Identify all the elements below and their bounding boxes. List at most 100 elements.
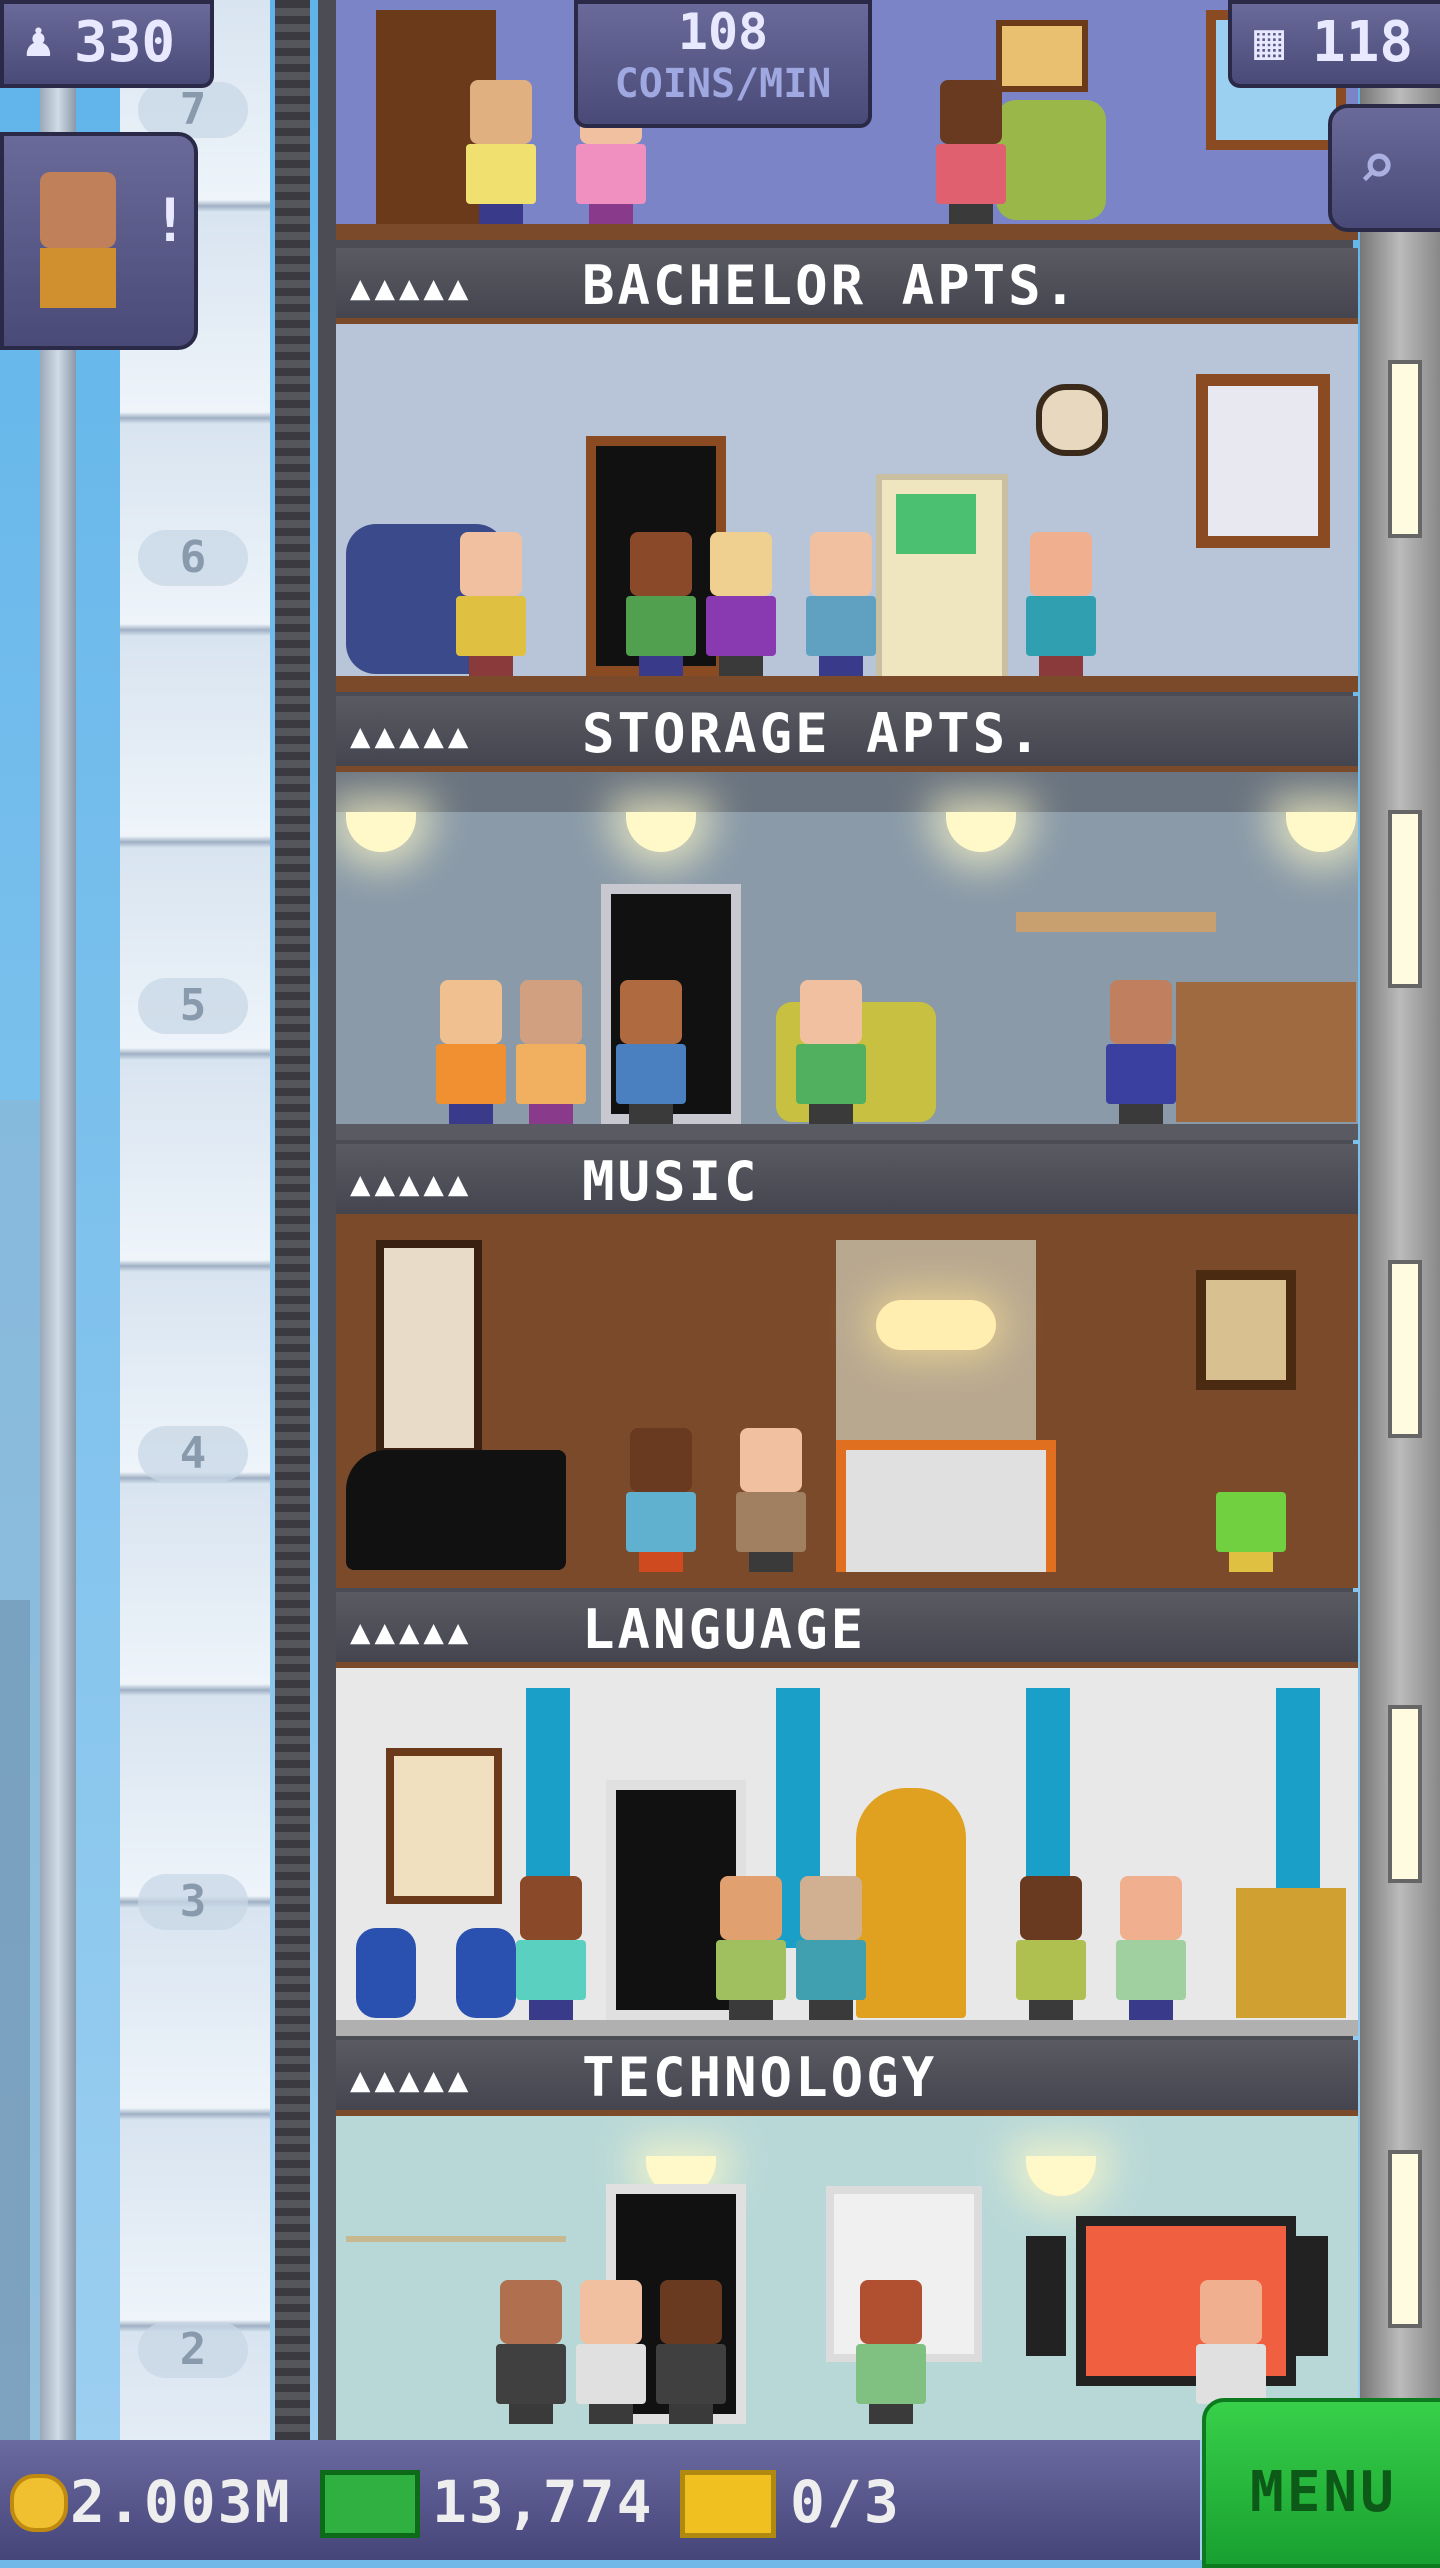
- room-interior[interactable]: [336, 2116, 1358, 2440]
- tower-window: [1388, 360, 1422, 538]
- resident[interactable]: [466, 80, 536, 224]
- golden-chest: [1236, 1888, 1346, 2018]
- floor-number-label: 3: [138, 1874, 248, 1930]
- golden-throne: [856, 1788, 966, 2018]
- bux-icon[interactable]: [320, 2470, 420, 2538]
- window: [1196, 374, 1330, 548]
- floor-header[interactable]: ▲▲▲▲▲ LANGUAGE: [336, 1592, 1358, 1668]
- speaker: [1288, 2236, 1328, 2356]
- resident[interactable]: [436, 980, 506, 1124]
- ceiling-pipe: [336, 772, 1358, 812]
- tower-window: [1388, 1260, 1422, 1438]
- floor-music[interactable]: ▲▲▲▲▲ MUSIC: [336, 1144, 1358, 1592]
- tower-window: [1388, 810, 1422, 988]
- bottom-status-bar: 2.003M 13,774 0/3: [0, 2440, 1200, 2560]
- floor-header[interactable]: ▲▲▲▲▲ BACHELOR APTS.: [336, 248, 1358, 324]
- floor-header[interactable]: ▲▲▲▲▲ MUSIC: [336, 1144, 1358, 1220]
- room-interior[interactable]: [336, 324, 1358, 692]
- resident[interactable]: [516, 980, 586, 1124]
- arcade-screen: [896, 494, 976, 554]
- floor-stars: ▲▲▲▲▲: [350, 1612, 473, 1652]
- resident[interactable]: [716, 1876, 786, 2020]
- resident[interactable]: [796, 980, 866, 1124]
- resident[interactable]: [616, 980, 686, 1124]
- resident[interactable]: [1106, 980, 1176, 1124]
- floor-base: [336, 676, 1358, 692]
- coins-rate-panel: 108 COINS/MIN: [574, 0, 872, 128]
- room-interior[interactable]: [336, 1668, 1358, 2036]
- visitor-notification[interactable]: !: [0, 132, 198, 350]
- floors-counter[interactable]: ▦ 118: [1228, 0, 1440, 88]
- elevator-car-track: [120, 0, 270, 2440]
- resident[interactable]: [1216, 1428, 1286, 1572]
- coin-icon: [10, 2474, 68, 2532]
- room-interior[interactable]: [336, 1220, 1358, 1588]
- ticket-icon[interactable]: [680, 2470, 776, 2538]
- resident[interactable]: [456, 532, 526, 676]
- resident[interactable]: [736, 1428, 806, 1572]
- resident[interactable]: [856, 2280, 926, 2424]
- magnifier-icon: ⌕: [1358, 130, 1397, 204]
- tickets-value: 0/3: [790, 2468, 901, 2536]
- people-icon: ♟: [24, 12, 53, 68]
- search-button[interactable]: ⌕: [1328, 104, 1440, 232]
- floor-header[interactable]: ▲▲▲▲▲ TECHNOLOGY: [336, 2040, 1358, 2116]
- building-icon: ▦: [1254, 12, 1285, 70]
- resident[interactable]: [796, 1876, 866, 2020]
- shelf: [1016, 912, 1216, 932]
- resident[interactable]: [576, 2280, 646, 2424]
- ceiling-lamp: [626, 812, 696, 852]
- ceiling-lamp: [346, 812, 416, 852]
- armchair: [996, 100, 1106, 220]
- resident[interactable]: [496, 2280, 566, 2424]
- avatar-body: [40, 248, 116, 308]
- avatar: [40, 172, 116, 248]
- window: [376, 1240, 482, 1456]
- resident[interactable]: [1026, 532, 1096, 676]
- elevator-shaft[interactable]: [40, 0, 310, 2440]
- floor-stars: ▲▲▲▲▲: [350, 1164, 473, 1204]
- menu-button[interactable]: MENU: [1202, 2398, 1440, 2568]
- coins-rate-value: 108: [677, 3, 769, 61]
- floor-base: [336, 2020, 1358, 2036]
- floor-technology[interactable]: ▲▲▲▲▲ TECHNOLOGY: [336, 2040, 1358, 2440]
- scroll-painting: [386, 1748, 502, 1904]
- bux-value: 13,774: [432, 2468, 654, 2536]
- population-counter[interactable]: ♟ 330: [0, 0, 214, 88]
- elevator-cable: [275, 0, 310, 2440]
- resident[interactable]: [1016, 1876, 1086, 2020]
- resident[interactable]: [656, 2280, 726, 2424]
- resident[interactable]: [806, 532, 876, 676]
- floor-number-label: 2: [138, 2322, 248, 2378]
- floor-storage-apts[interactable]: ▲▲▲▲▲ STORAGE APTS.: [336, 696, 1358, 1144]
- floor-stars: ▲▲▲▲▲: [350, 268, 473, 308]
- alert-icon: !: [152, 186, 189, 256]
- ceiling-lamp: [1026, 2156, 1096, 2196]
- grand-piano: [346, 1450, 566, 1570]
- speaker: [1026, 2236, 1066, 2356]
- floor-header[interactable]: ▲▲▲▲▲ STORAGE APTS.: [336, 696, 1358, 772]
- ceiling-lamp: [1286, 812, 1356, 852]
- floor-name: MUSIC: [582, 1150, 760, 1213]
- floor-number-label: 7: [138, 82, 248, 138]
- floor-name: BACHELOR APTS.: [582, 254, 1080, 317]
- boxes: [1176, 982, 1356, 1122]
- vase: [456, 1928, 516, 2018]
- floor-bachelor-apts[interactable]: ▲▲▲▲▲ BACHELOR APTS.: [336, 248, 1358, 696]
- picture-frame: [1196, 1270, 1296, 1390]
- resident[interactable]: [936, 80, 1006, 224]
- ceiling-lamp: [946, 812, 1016, 852]
- resident[interactable]: [516, 1876, 586, 2020]
- tower-window: [1388, 2150, 1422, 2328]
- population-value: 330: [74, 10, 176, 75]
- floor-base: [336, 224, 1358, 240]
- room-interior[interactable]: [336, 772, 1358, 1140]
- floors-value: 118: [1312, 10, 1414, 75]
- resident[interactable]: [626, 532, 696, 676]
- resident[interactable]: [706, 532, 776, 676]
- resident[interactable]: [626, 1428, 696, 1572]
- floor-language[interactable]: ▲▲▲▲▲ LANGUAGE: [336, 1592, 1358, 2040]
- coins-rate-unit: COINS/MIN: [614, 61, 832, 107]
- resident[interactable]: [1116, 1876, 1186, 2020]
- floor-base: [336, 1572, 1358, 1588]
